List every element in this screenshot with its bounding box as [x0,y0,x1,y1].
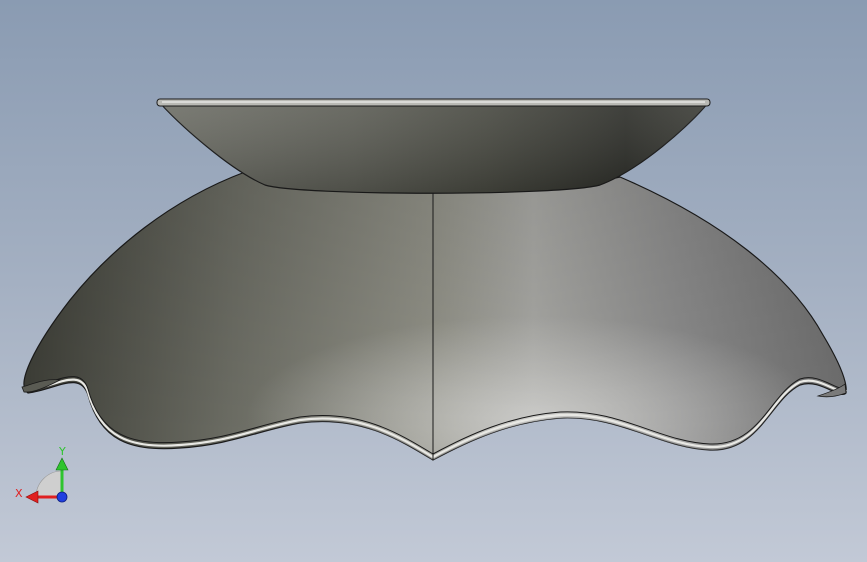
y-axis-label: Y [58,445,66,458]
y-axis-arrow [55,457,69,471]
graphics-viewport[interactable]: Y X [0,0,867,562]
bowl-top-shading [24,172,847,460]
orientation-triad[interactable]: Y X [15,445,69,504]
z-axis-dot [56,491,68,503]
bowl-body[interactable] [21,171,847,461]
triad-plane-quadrant [35,470,63,498]
x-axis-arrow [25,490,39,504]
x-axis-label: X [15,487,23,500]
model-view[interactable]: Y X [0,0,867,562]
